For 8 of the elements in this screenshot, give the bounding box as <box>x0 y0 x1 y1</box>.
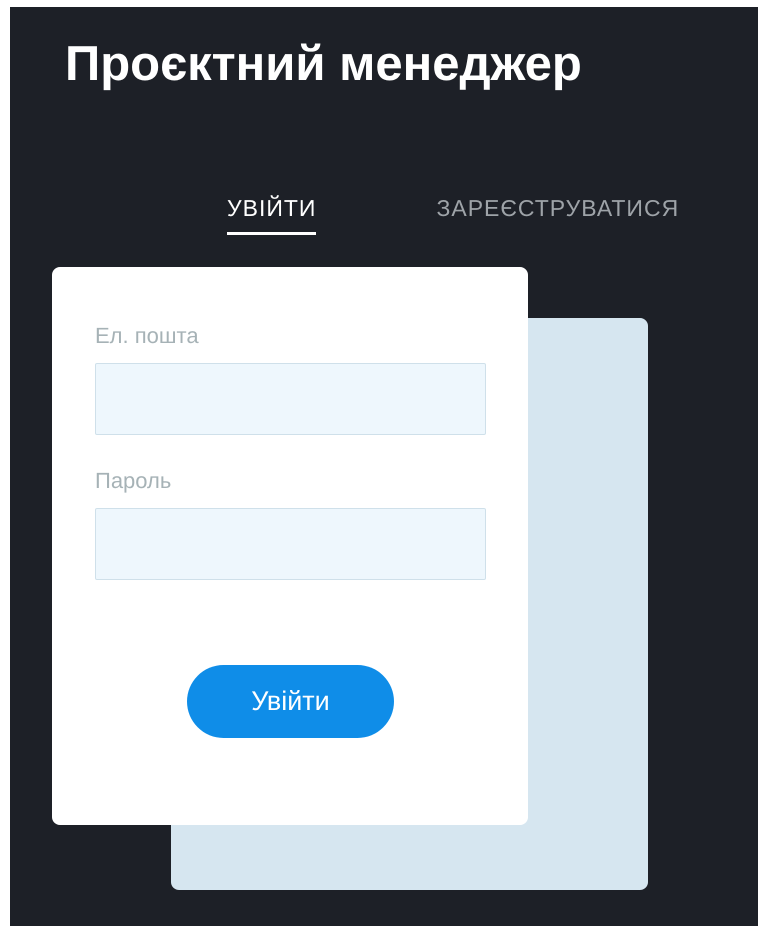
tab[interactable]: УВІЙТИ <box>227 195 316 235</box>
tab[interactable]: ЗАРЕЄСТРУВАТИСЯ <box>436 195 680 235</box>
app-title: Проєктний менеджер <box>65 36 583 93</box>
input-field[interactable] <box>95 363 486 435</box>
field-label: Пароль <box>95 468 172 494</box>
field-label: Ел. пошта <box>95 323 200 349</box>
login-button[interactable]: Увійти <box>187 665 394 738</box>
input-field[interactable] <box>95 508 486 580</box>
